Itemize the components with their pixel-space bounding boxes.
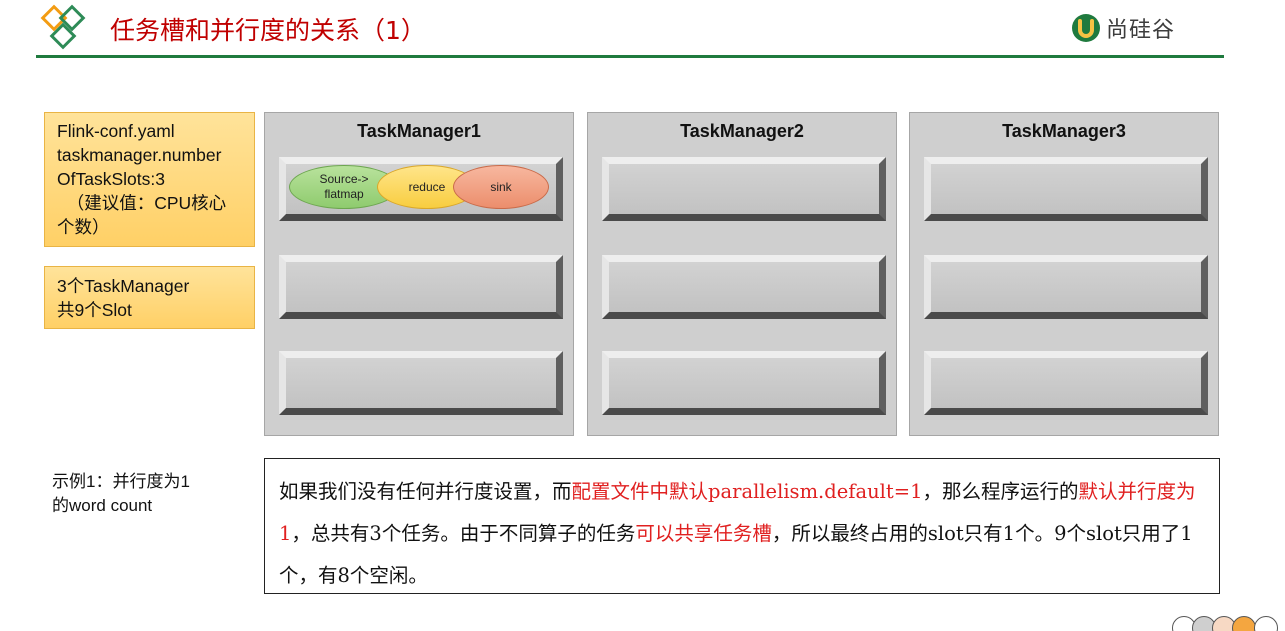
task-slot bbox=[924, 157, 1208, 221]
brand-name: 尚硅谷 bbox=[1106, 18, 1176, 43]
desc-text: ，总共有3个任务。由于不同算子的任务 bbox=[291, 522, 636, 545]
desc-text: 如果我们没有任何并行度设置，而 bbox=[279, 480, 572, 503]
config-line: 个数） bbox=[57, 217, 110, 237]
task-slot bbox=[924, 255, 1208, 319]
summary-box: 3个TaskManager 共9个Slot bbox=[44, 266, 255, 329]
taskmanager-2: TaskManager2 bbox=[587, 112, 897, 436]
desc-highlight: 可以共享任务槽 bbox=[635, 522, 772, 545]
task-sink: sink bbox=[453, 165, 549, 209]
logo-diamonds-icon bbox=[40, 4, 86, 50]
example-label: 示例1：并行度为1 的word count bbox=[52, 470, 190, 518]
example-line: 的word count bbox=[52, 496, 153, 515]
description-box: 如果我们没有任何并行度设置，而配置文件中默认parallelism.defaul… bbox=[264, 458, 1220, 594]
summary-line: 共9个Slot bbox=[57, 300, 132, 320]
task-label: flatmap bbox=[324, 187, 364, 201]
mascot-characters-icon bbox=[1168, 612, 1285, 631]
config-box: Flink-conf.yaml taskmanager.number OfTas… bbox=[44, 112, 255, 247]
desc-highlight: 配置文件中默认parallelism.default=1 bbox=[571, 480, 923, 503]
config-line: （建议值：CPU核心 bbox=[57, 193, 227, 213]
task-slot bbox=[602, 351, 886, 415]
page-title: 任务槽和并行度的关系（1） bbox=[110, 16, 426, 45]
task-slot bbox=[279, 255, 563, 319]
taskmanager-1: TaskManager1 Source-> flatmap reduce sink bbox=[264, 112, 574, 436]
summary-line: 3个TaskManager bbox=[57, 276, 190, 296]
config-line: taskmanager.number bbox=[57, 145, 222, 165]
task-label: Source-> bbox=[319, 172, 369, 186]
task-slot bbox=[602, 157, 886, 221]
brand-u-icon bbox=[1072, 14, 1100, 42]
taskmanager-title: TaskManager2 bbox=[680, 121, 804, 141]
task-slot bbox=[602, 255, 886, 319]
taskmanager-3: TaskManager3 bbox=[909, 112, 1219, 436]
desc-text: ，那么程序运行的 bbox=[922, 480, 1079, 503]
task-slot bbox=[924, 351, 1208, 415]
taskmanager-title: TaskManager1 bbox=[357, 121, 481, 141]
taskmanager-title: TaskManager3 bbox=[1002, 121, 1126, 141]
config-line: OfTaskSlots:3 bbox=[57, 169, 165, 189]
example-line: 示例1：并行度为1 bbox=[52, 472, 190, 491]
brand-logo: 尚硅谷 bbox=[1070, 10, 1175, 46]
task-slot bbox=[279, 351, 563, 415]
header-divider bbox=[36, 55, 1224, 58]
config-line: Flink-conf.yaml bbox=[57, 121, 175, 141]
